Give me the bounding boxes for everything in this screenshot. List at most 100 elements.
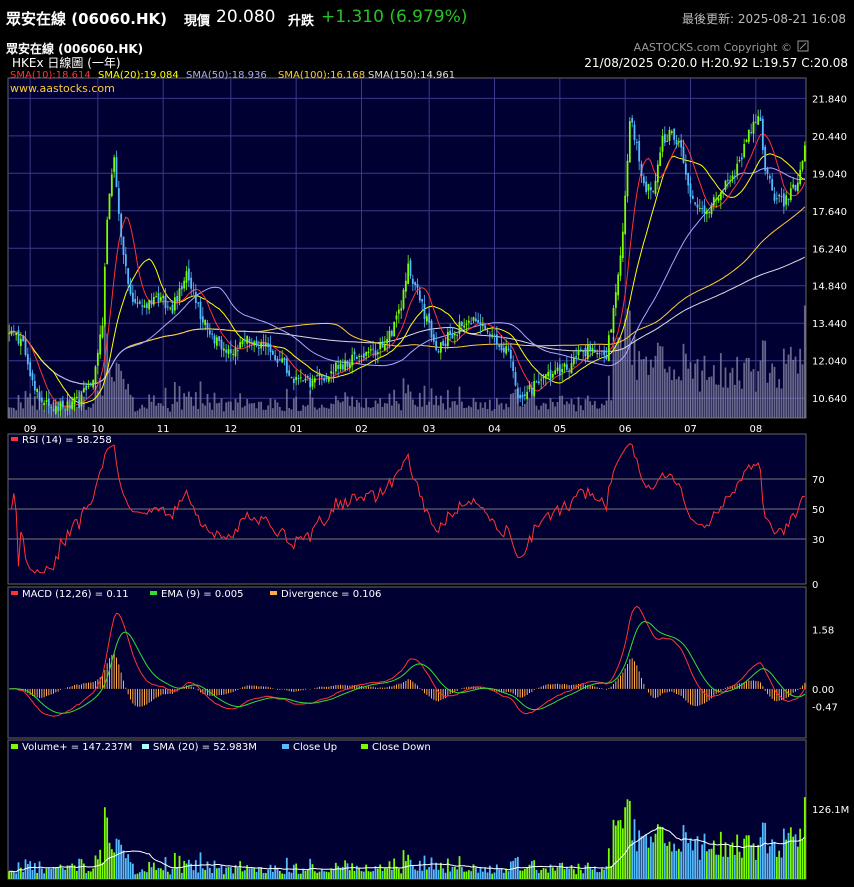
volume-bar: [89, 407, 92, 418]
volume-plus-bar: [400, 873, 403, 879]
volume-plus-bar: [260, 867, 263, 879]
volume-plus-bar: [612, 819, 615, 879]
candle-body: [694, 202, 697, 205]
candle-body: [775, 198, 778, 200]
volume-plus-bar: [299, 873, 302, 879]
volume-plus-bar: [278, 870, 281, 879]
candle-body: [607, 335, 610, 361]
volume-plus-bar: [703, 833, 706, 879]
volume-plus-bar: [540, 870, 543, 879]
x-tick-label: 09: [24, 424, 37, 435]
volume-plus-bar: [437, 869, 440, 879]
candle-body: [138, 301, 141, 304]
volume-bar: [542, 402, 545, 418]
volume-bar: [535, 405, 538, 418]
volume-plus-bar: [397, 868, 400, 879]
volume-bar: [150, 401, 153, 418]
volume-plus-bar: [276, 867, 279, 879]
volume-bar: [586, 395, 589, 418]
volume-bar: [12, 407, 15, 418]
volume-bar: [719, 353, 722, 418]
site-link[interactable]: www.aastocks.com: [10, 82, 115, 95]
candle-body: [346, 361, 349, 367]
x-tick-label: 01: [290, 424, 303, 435]
volume-bar: [155, 405, 158, 418]
volume-plus-bar: [318, 871, 321, 879]
candle-body: [176, 295, 179, 302]
volume-plus-bar: [323, 871, 326, 879]
candle-body: [724, 180, 727, 190]
volume-plus-bar: [449, 871, 452, 879]
volume-bar: [785, 363, 788, 418]
volume-bar: [24, 391, 27, 418]
candle-body: [696, 204, 699, 208]
rsi-tick-label: 30: [812, 535, 825, 546]
candle-body: [801, 160, 804, 170]
volume-plus-bar: [152, 862, 155, 879]
volume-plus-bar: [43, 873, 46, 879]
candle-body: [215, 337, 218, 346]
candle-body: [47, 398, 50, 406]
candle-body: [519, 394, 522, 399]
candle-body: [29, 362, 32, 377]
volume-bar: [143, 407, 146, 418]
candle-body: [390, 330, 393, 336]
volume-bar: [421, 406, 424, 418]
change-label: 升跌: [288, 14, 315, 29]
volume-bar: [330, 403, 333, 418]
candle-body: [358, 356, 361, 358]
volume-bar: [297, 410, 300, 418]
candle-body: [666, 140, 669, 142]
volume-bar: [474, 401, 477, 418]
volume-bar: [708, 377, 711, 418]
x-tick-label: 12: [224, 424, 237, 435]
volume-plus-bar: [157, 868, 160, 879]
volume-bar: [299, 410, 302, 418]
chart-title: 眾安在線 (006060.HK): [5, 41, 143, 56]
volume-plus-bar: [155, 870, 158, 879]
candle-body: [152, 297, 155, 305]
candle-body: [733, 175, 736, 177]
volume-bar: [367, 407, 370, 418]
volume-plus-bar: [731, 842, 734, 879]
candle-body: [332, 372, 335, 374]
volume-plus-bar: [281, 873, 284, 879]
candle-body: [687, 173, 690, 186]
volume-plus-bar: [799, 828, 802, 879]
volume-bar: [45, 403, 48, 418]
volume-plus-bar: [738, 851, 741, 879]
volume-bar: [117, 363, 120, 418]
volume-plus-bar: [358, 867, 361, 879]
candle-body: [234, 347, 237, 357]
volume-plus-bar: [8, 871, 11, 879]
volume-bar: [325, 407, 328, 418]
volume-plus-bar: [141, 869, 144, 879]
candle-body: [635, 142, 638, 144]
volume-bar: [554, 406, 557, 418]
volume-plus-bar: [388, 861, 391, 879]
volume-plus-bar: [591, 869, 594, 879]
volume-bar: [171, 404, 174, 418]
volume-plus-bar: [617, 820, 620, 879]
candle-body: [719, 192, 722, 200]
candle-body: [281, 358, 284, 363]
candle-body: [593, 349, 596, 353]
candle-body: [722, 192, 725, 194]
volume-bar: [190, 396, 193, 418]
volume-bar: [327, 408, 330, 418]
volume-bar: [122, 378, 125, 418]
rsi-tick-label: 70: [812, 475, 825, 486]
candle-body: [794, 184, 797, 191]
volume-bar: [745, 357, 748, 418]
volume-plus-bar: [183, 860, 186, 879]
candle-body: [479, 322, 482, 325]
volume-plus-bar: [15, 873, 18, 879]
volume-plus-bar: [589, 866, 592, 879]
volume-bar: [248, 403, 251, 418]
candle-body: [766, 168, 769, 174]
volume-bar: [374, 400, 377, 418]
volume-bar: [684, 353, 687, 418]
volume-plus-bar: [642, 836, 645, 879]
candle-body: [129, 283, 132, 295]
volume-plus-bar: [360, 871, 363, 879]
